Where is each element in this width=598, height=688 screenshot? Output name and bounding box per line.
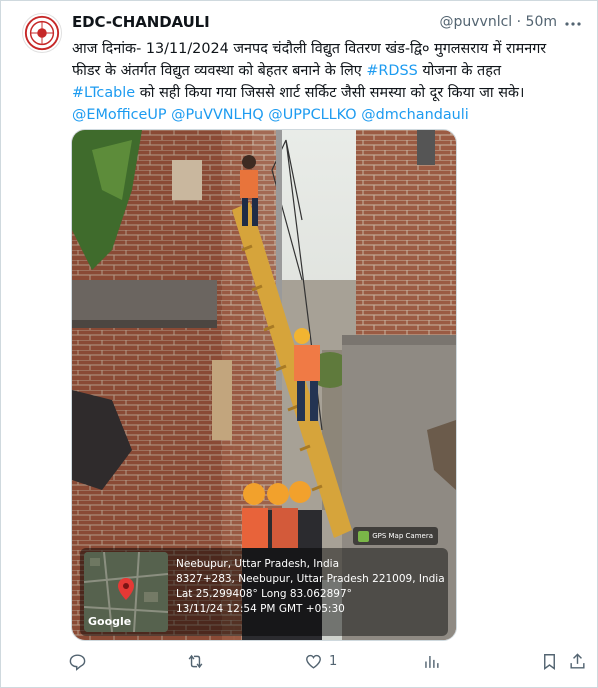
tweet-photo[interactable]: GPS Map Camera Google Neebupur, Uttar Pr… (71, 129, 457, 641)
hashtag-ltcable[interactable]: #LTcable (72, 85, 135, 101)
gps-overlay: GPS Map Camera Google Neebupur, Uttar Pr… (80, 527, 448, 636)
hashtag-rdss[interactable]: #RDSS (366, 63, 417, 79)
retweet-icon (188, 654, 203, 668)
tweet-text: आज दिनांक- 13/11/2024 जनपद चंदौली विद्यु… (72, 38, 582, 126)
tweet-actions: 1 (68, 649, 588, 675)
reply-button[interactable] (68, 649, 93, 673)
author-handle-time[interactable]: @puvvnlcl · 50m (440, 14, 557, 30)
tweet-text-line: #LTcable को सही किया गया जिससे शार्ट सर्… (72, 82, 582, 104)
gps-line: 13/11/24 12:54 PM GMT +05:30 (176, 603, 345, 615)
share-button[interactable] (568, 649, 587, 673)
gps-details: Neebupur, Uttar Pradesh, India 8327+283,… (176, 557, 445, 617)
gps-line: Lat 25.299408° Long 83.062897° (176, 588, 352, 600)
tweet-header: EDC-CHANDAULI @puvvnlcl · 50m (72, 13, 585, 35)
tweet-text-line: फीडर के अंतर्गत विद्युत व्यवस्था को बेहत… (72, 60, 582, 82)
tweet-card[interactable]: EDC-CHANDAULI @puvvnlcl · 50m आज दिनांक-… (0, 0, 598, 688)
mini-map: Google (84, 552, 168, 632)
tweet-text-line: आज दिनांक- 13/11/2024 जनपद चंदौली विद्यु… (72, 41, 547, 57)
share-icon (570, 652, 585, 669)
retweet-button[interactable] (186, 649, 211, 673)
bookmark-icon (544, 653, 555, 670)
reply-icon (69, 653, 86, 671)
like-button[interactable]: 1 (304, 649, 337, 673)
more-icon[interactable] (563, 14, 583, 34)
gps-line: Neebupur, Uttar Pradesh, India (176, 558, 340, 570)
views-icon (425, 655, 439, 668)
uppcl-logo (24, 15, 60, 51)
bookmark-button[interactable] (540, 649, 559, 673)
mentions[interactable]: @EMofficeUP @PuVVNLHQ @UPPCLLKO @dmchand… (72, 104, 582, 126)
text-segment: फीडर के अंतर्गत विद्युत व्यवस्था को बेहत… (72, 63, 367, 79)
google-map-label: Google (88, 615, 132, 628)
gps-line: 8327+283, Neebupur, Uttar Pradesh 221009… (176, 573, 445, 585)
views-button[interactable] (422, 649, 447, 673)
author-name[interactable]: EDC-CHANDAULI (72, 13, 210, 31)
gps-camera-icon (358, 530, 370, 542)
text-segment: को सही किया गया जिससे शार्ट सर्किट जैसी … (135, 85, 525, 101)
gps-badge-label: GPS Map Camera (372, 532, 433, 540)
gps-map-camera-badge: GPS Map Camera (353, 527, 438, 545)
like-count: 1 (329, 653, 338, 669)
like-icon (306, 654, 321, 669)
text-segment: योजना के तहत (417, 63, 502, 79)
avatar[interactable] (22, 13, 62, 53)
